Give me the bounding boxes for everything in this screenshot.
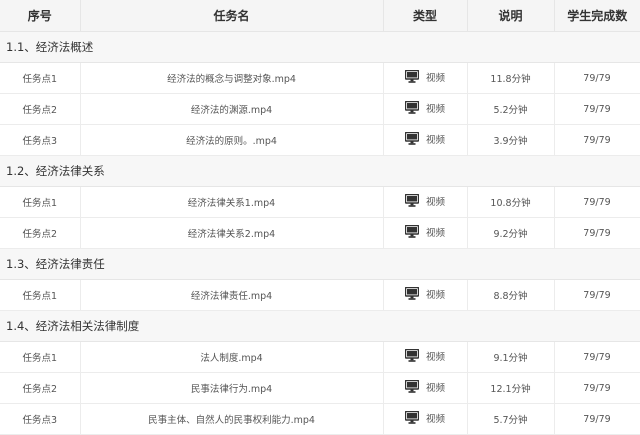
task-type-cell: 视频 [383, 93, 468, 125]
task-completion: 79/79 [554, 403, 640, 435]
task-completion: 79/79 [554, 372, 640, 404]
section-title: 1.1、经济法概述 [0, 31, 640, 63]
task-type-label: 视频 [425, 382, 445, 394]
task-completion: 79/79 [554, 124, 640, 156]
task-type-label: 视频 [425, 134, 445, 146]
task-row[interactable]: 任务点1 经济法律关系1.mp4 视频 10.8分钟 79/79 [0, 186, 640, 218]
task-row[interactable]: 任务点3 民事主体、自然人的民事权利能力.mp4 视频 5.7分钟 79/79 [0, 403, 640, 435]
header-completion: 学生完成数 [554, 0, 640, 32]
task-desc: 9.1分钟 [467, 341, 555, 373]
task-type: 视频 [404, 411, 445, 425]
task-row[interactable]: 任务点2 经济法的渊源.mp4 视频 5.2分钟 79/79 [0, 93, 640, 125]
task-table: 序号 任务名 类型 说明 学生完成数 1.1、经济法概述 任务点1 经济法的概念… [0, 0, 640, 435]
task-type-label: 视频 [425, 227, 445, 239]
task-type-cell: 视频 [383, 186, 468, 218]
task-desc: 5.7分钟 [467, 403, 555, 435]
header-type: 类型 [383, 0, 468, 32]
monitor-icon [404, 287, 419, 301]
task-name[interactable]: 法人制度.mp4 [80, 341, 384, 373]
task-row[interactable]: 任务点2 经济法律关系2.mp4 视频 9.2分钟 79/79 [0, 217, 640, 249]
task-desc: 10.8分钟 [467, 186, 555, 218]
header-row: 序号 任务名 类型 说明 学生完成数 [0, 0, 640, 32]
task-completion: 79/79 [554, 217, 640, 249]
task-seq: 任务点1 [0, 341, 81, 373]
task-completion: 79/79 [554, 62, 640, 94]
monitor-icon [404, 411, 419, 425]
monitor-icon [404, 70, 419, 84]
task-seq: 任务点1 [0, 186, 81, 218]
task-row[interactable]: 任务点1 法人制度.mp4 视频 9.1分钟 79/79 [0, 341, 640, 373]
task-type-cell: 视频 [383, 124, 468, 156]
task-desc: 5.2分钟 [467, 93, 555, 125]
task-seq: 任务点2 [0, 93, 81, 125]
task-type: 视频 [404, 101, 445, 115]
task-row[interactable]: 任务点2 民事法律行为.mp4 视频 12.1分钟 79/79 [0, 372, 640, 404]
task-name[interactable]: 经济法的渊源.mp4 [80, 93, 384, 125]
task-type: 视频 [404, 225, 445, 239]
task-type-label: 视频 [425, 196, 445, 208]
task-seq: 任务点2 [0, 217, 81, 249]
task-desc: 3.9分钟 [467, 124, 555, 156]
task-seq: 任务点1 [0, 279, 81, 311]
task-type-label: 视频 [425, 103, 445, 115]
section-title: 1.3、经济法律责任 [0, 248, 640, 280]
task-completion: 79/79 [554, 279, 640, 311]
task-type-cell: 视频 [383, 372, 468, 404]
task-name[interactable]: 经济法的概念与调整对象.mp4 [80, 62, 384, 94]
task-type-cell: 视频 [383, 403, 468, 435]
header-name: 任务名 [80, 0, 384, 32]
task-type-cell: 视频 [383, 62, 468, 94]
task-type-label: 视频 [425, 289, 445, 301]
task-name[interactable]: 经济法律关系1.mp4 [80, 186, 384, 218]
task-completion: 79/79 [554, 341, 640, 373]
task-type: 视频 [404, 287, 445, 301]
table-body: 1.1、经济法概述 任务点1 经济法的概念与调整对象.mp4 视频 11.8分钟… [0, 31, 640, 435]
task-type-label: 视频 [425, 351, 445, 363]
monitor-icon [404, 380, 419, 394]
task-completion: 79/79 [554, 186, 640, 218]
section-row: 1.1、经济法概述 [0, 31, 640, 63]
task-type-cell: 视频 [383, 341, 468, 373]
task-name[interactable]: 经济法的原则。.mp4 [80, 124, 384, 156]
monitor-icon [404, 194, 419, 208]
task-type: 视频 [404, 132, 445, 146]
task-type: 视频 [404, 380, 445, 394]
task-type-cell: 视频 [383, 217, 468, 249]
task-row[interactable]: 任务点3 经济法的原则。.mp4 视频 3.9分钟 79/79 [0, 124, 640, 156]
task-name[interactable]: 经济法律责任.mp4 [80, 279, 384, 311]
task-name[interactable]: 民事法律行为.mp4 [80, 372, 384, 404]
header-seq: 序号 [0, 0, 81, 32]
section-row: 1.3、经济法律责任 [0, 248, 640, 280]
section-title: 1.2、经济法律关系 [0, 155, 640, 187]
section-row: 1.4、经济法相关法律制度 [0, 310, 640, 342]
task-row[interactable]: 任务点1 经济法律责任.mp4 视频 8.8分钟 79/79 [0, 279, 640, 311]
task-seq: 任务点2 [0, 372, 81, 404]
task-type: 视频 [404, 70, 445, 84]
section-row: 1.2、经济法律关系 [0, 155, 640, 187]
monitor-icon [404, 132, 419, 146]
section-title: 1.4、经济法相关法律制度 [0, 310, 640, 342]
task-type: 视频 [404, 194, 445, 208]
task-name[interactable]: 民事主体、自然人的民事权利能力.mp4 [80, 403, 384, 435]
task-row[interactable]: 任务点1 经济法的概念与调整对象.mp4 视频 11.8分钟 79/79 [0, 62, 640, 94]
task-type-cell: 视频 [383, 279, 468, 311]
monitor-icon [404, 349, 419, 363]
task-completion: 79/79 [554, 93, 640, 125]
task-name[interactable]: 经济法律关系2.mp4 [80, 217, 384, 249]
task-seq: 任务点3 [0, 403, 81, 435]
task-desc: 9.2分钟 [467, 217, 555, 249]
table-header: 序号 任务名 类型 说明 学生完成数 [0, 0, 640, 32]
monitor-icon [404, 225, 419, 239]
monitor-icon [404, 101, 419, 115]
task-desc: 12.1分钟 [467, 372, 555, 404]
header-desc: 说明 [467, 0, 555, 32]
task-seq: 任务点3 [0, 124, 81, 156]
task-type: 视频 [404, 349, 445, 363]
task-type-label: 视频 [425, 413, 445, 425]
task-type-label: 视频 [425, 72, 445, 84]
task-desc: 8.8分钟 [467, 279, 555, 311]
task-desc: 11.8分钟 [467, 62, 555, 94]
task-seq: 任务点1 [0, 62, 81, 94]
